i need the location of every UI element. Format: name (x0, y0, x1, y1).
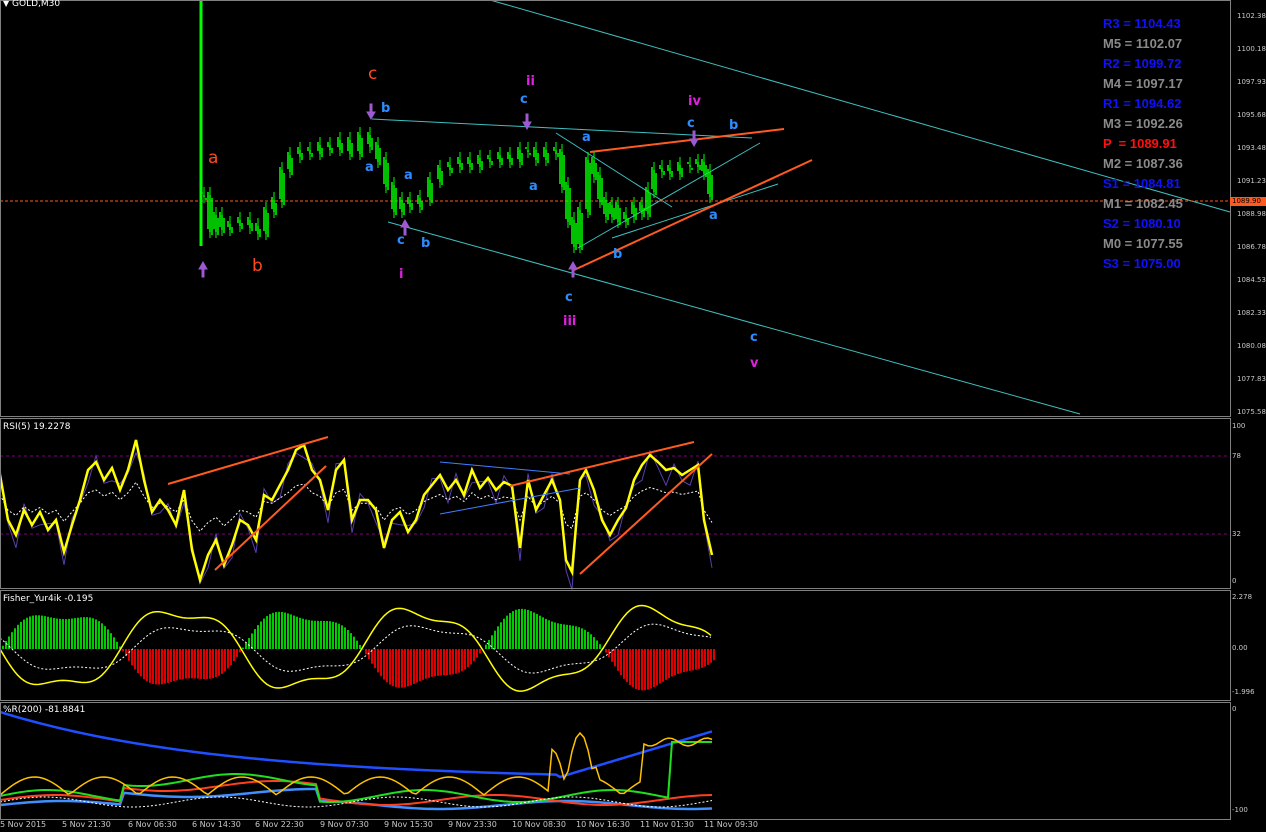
wpr-tick-0: 0 (1232, 705, 1237, 713)
wave-label: c (397, 233, 405, 248)
time-tick: 5 Nov 2015 (0, 820, 47, 829)
wave-label: a (208, 148, 219, 168)
wave-label: a (582, 130, 591, 145)
pivot-level: M0 = 1077.55 (1103, 236, 1183, 251)
wave-label: a (709, 208, 718, 223)
price-tick: 1095.68 (1237, 111, 1266, 119)
wave-label: b (252, 256, 263, 276)
wave-label: v (750, 356, 759, 371)
time-tick: 9 Nov 07:30 (320, 820, 369, 829)
pivot-level: R1 = 1094.62 (1103, 96, 1182, 111)
wave-label: ii (526, 74, 535, 89)
time-tick: 6 Nov 14:30 (192, 820, 241, 829)
fisher-tick-zero: 0.00 (1232, 644, 1248, 652)
rsi-pane-frame (0, 418, 1231, 589)
pivot-level: M2 = 1087.36 (1103, 156, 1183, 171)
wave-label: c (750, 330, 758, 345)
price-tick: 1093.48 (1237, 144, 1266, 152)
price-tick: 1091.23 (1237, 177, 1266, 185)
time-tick: 11 Nov 09:30 (704, 820, 758, 829)
time-tick: 9 Nov 15:30 (384, 820, 433, 829)
time-tick: 9 Nov 23:30 (448, 820, 497, 829)
wave-label: c (565, 290, 573, 305)
wave-label: a (365, 160, 374, 175)
wpr-title: %R(200) -81.8841 (3, 705, 86, 715)
pivot-level: M5 = 1102.07 (1103, 36, 1183, 51)
rsi-tick-78: 78 (1232, 452, 1241, 460)
wpr-pane-frame (0, 702, 1231, 820)
pivot-level: S3 = 1075.00 (1103, 256, 1181, 271)
fisher-pane-frame (0, 590, 1231, 701)
price-tick: 1088.98 (1237, 210, 1266, 218)
wave-label: iv (688, 94, 701, 109)
pivot-level: S1 = 1084.81 (1103, 176, 1181, 191)
price-tick: 1097.93 (1237, 78, 1266, 86)
time-tick: 10 Nov 08:30 (512, 820, 566, 829)
wave-label: c (520, 92, 528, 107)
wave-label: iii (563, 314, 577, 329)
wave-label: a (529, 179, 538, 194)
rsi-tick-100: 100 (1232, 422, 1246, 430)
time-tick: 5 Nov 21:30 (62, 820, 111, 829)
wave-label: b (729, 118, 739, 133)
price-tick: 1100.18 (1237, 45, 1266, 53)
price-tick: 1077.83 (1237, 375, 1266, 383)
price-tick: 1084.53 (1237, 276, 1266, 284)
price-tick: 1086.78 (1237, 243, 1266, 251)
symbol-title: ▼ GOLD,M30 (3, 0, 61, 9)
wave-label: b (421, 236, 431, 251)
pivot-level: M3 = 1092.26 (1103, 116, 1183, 131)
wave-label: i (399, 267, 404, 282)
price-tick: 1080.08 (1237, 342, 1266, 350)
wave-label: b (381, 101, 391, 116)
wave-label: b (613, 247, 623, 262)
pivot-level: R3 = 1104.43 (1103, 16, 1181, 31)
time-tick: 11 Nov 01:30 (640, 820, 694, 829)
fisher-title: Fisher_Yur4ik -0.195 (3, 594, 94, 604)
rsi-tick-32: 32 (1232, 530, 1241, 538)
pivot-level: P = 1089.91 (1103, 136, 1177, 151)
wave-label: c (687, 116, 695, 131)
pivot-level: R2 = 1099.72 (1103, 56, 1182, 71)
wave-label: c (368, 64, 378, 84)
time-tick: 10 Nov 16:30 (576, 820, 630, 829)
main-pane-frame (0, 0, 1231, 417)
wave-label: a (404, 168, 413, 183)
wpr-tick-100: -100 (1232, 806, 1248, 814)
time-tick: 6 Nov 06:30 (128, 820, 177, 829)
rsi-title: RSI(5) 19.2278 (3, 422, 71, 432)
pivot-level: M1 = 1082.45 (1103, 196, 1183, 211)
current-price-badge: 1089.90 (1230, 197, 1266, 206)
time-tick: 6 Nov 22:30 (255, 820, 304, 829)
fisher-tick-top: 2.278 (1232, 593, 1253, 601)
fisher-tick-bottom: -1.996 (1232, 688, 1255, 696)
pivot-level: M4 = 1097.17 (1103, 76, 1183, 91)
rsi-tick-0: 0 (1232, 577, 1237, 585)
price-tick: 1102.38 (1237, 12, 1266, 20)
price-tick: 1075.58 (1237, 408, 1266, 416)
chart-arrow-icon: ▼ (3, 0, 10, 8)
pivot-level: S2 = 1080.10 (1103, 216, 1181, 231)
price-tick: 1082.33 (1237, 309, 1266, 317)
